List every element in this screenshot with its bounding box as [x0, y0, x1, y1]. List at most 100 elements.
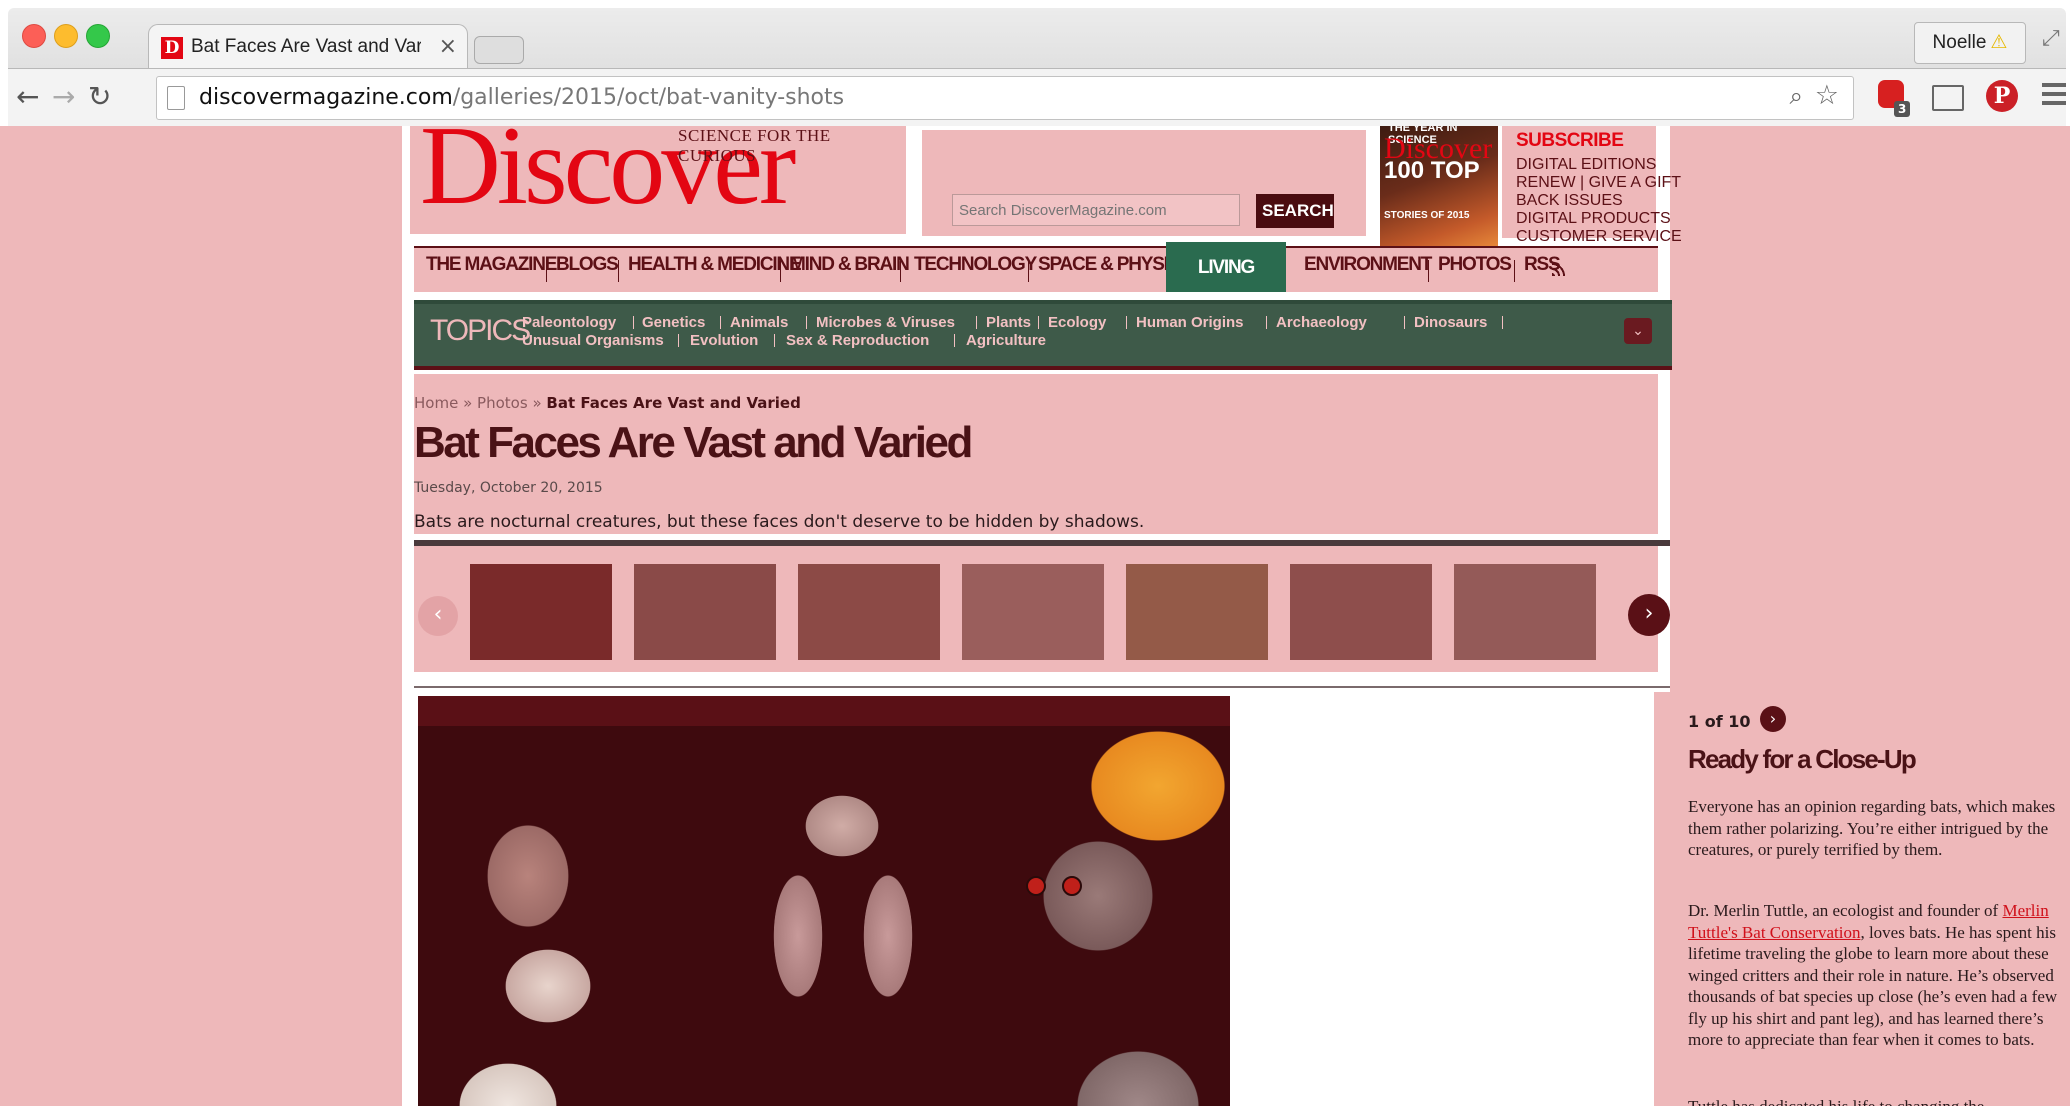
- gallery-thumbnail[interactable]: [470, 564, 612, 660]
- tagline: SCIENCE FOR THE CURIOUS: [678, 126, 831, 165]
- topics-bar: TOPICS Paleontology Genetics Animals Mic…: [414, 300, 1672, 370]
- thumb-next-arrow-icon[interactable]: ›: [1628, 594, 1670, 636]
- cast-icon[interactable]: [1932, 85, 1964, 111]
- search-icon[interactable]: ⌕: [1790, 82, 1803, 110]
- thumb-prev-arrow-icon[interactable]: ‹: [418, 596, 458, 636]
- chevron-down-icon[interactable]: ⌄: [1624, 318, 1652, 344]
- topic-separator: [1126, 316, 1127, 329]
- subscribe-link[interactable]: SUBSCRIBE: [1516, 130, 1624, 152]
- browser-chrome: D Bat Faces Are Vast and Varied × Noelle…: [8, 8, 2066, 127]
- gallery-thumbnail[interactable]: [1454, 564, 1596, 660]
- back-arrow-icon[interactable]: ←: [16, 80, 39, 113]
- profile-button[interactable]: Noelle ⚠: [1914, 22, 2026, 64]
- renew-gift-link[interactable]: RENEW | GIVE A GIFT: [1516, 174, 1681, 192]
- url-text[interactable]: discovermagazine.com/galleries/2015/oct/…: [199, 85, 844, 110]
- tab-title: Bat Faces Are Vast and Varied: [191, 36, 421, 57]
- search-button[interactable]: SEARCH: [1256, 194, 1334, 228]
- topics-label: TOPICS: [430, 314, 531, 347]
- topic-human-origins[interactable]: Human Origins: [1136, 314, 1244, 331]
- minimize-window-button[interactable]: [54, 24, 78, 48]
- nav-living-world[interactable]: LIVING WORLD: [1166, 242, 1286, 330]
- pinterest-icon[interactable]: P: [1986, 80, 2018, 112]
- gallery-thumbnail[interactable]: [634, 564, 776, 660]
- browser-tab[interactable]: D Bat Faces Are Vast and Varied ×: [148, 24, 468, 69]
- rss-icon[interactable]: [1552, 262, 1566, 276]
- close-window-button[interactable]: [22, 24, 46, 48]
- breadcrumb: Home » Photos » Bat Faces Are Vast and V…: [414, 394, 801, 412]
- gallery-thumbnail[interactable]: [962, 564, 1104, 660]
- slide-photo[interactable]: [418, 696, 1230, 1106]
- forward-arrow-icon[interactable]: →: [52, 80, 75, 113]
- topic-sex-reproduction[interactable]: Sex & Reproduction: [786, 332, 929, 349]
- topic-ecology[interactable]: Ecology: [1048, 314, 1106, 331]
- logo-area: Discover SCIENCE FOR THE CURIOUS: [410, 126, 906, 234]
- back-issues-link[interactable]: BACK ISSUES: [1516, 192, 1623, 210]
- topic-genetics[interactable]: Genetics: [642, 314, 705, 331]
- topic-animals[interactable]: Animals: [730, 314, 788, 331]
- menu-icon[interactable]: [2042, 83, 2066, 105]
- caption-paragraph: Everyone has an opinion regarding bats, …: [1688, 797, 2056, 859]
- maximize-window-button[interactable]: [86, 24, 110, 48]
- fullscreen-icon[interactable]: ⤢: [2042, 26, 2060, 51]
- topic-separator: [774, 334, 775, 347]
- article-header: Home » Photos » Bat Faces Are Vast and V…: [414, 374, 1658, 534]
- article-dek: Bats are nocturnal creatures, but these …: [414, 512, 1145, 532]
- caption-paragraph: Dr. Merlin Tuttle, an ecologist and foun…: [1688, 900, 2066, 1051]
- nav-blogs[interactable]: BLOGS: [556, 254, 619, 284]
- nav-separator: [1028, 260, 1029, 282]
- digital-products-link[interactable]: DIGITAL PRODUCTS: [1516, 210, 1671, 228]
- cover-headline: 100 TOP: [1384, 157, 1480, 184]
- topic-plants[interactable]: Plants: [986, 314, 1031, 331]
- nav-health-medicine[interactable]: HEALTH & MEDICINE: [628, 254, 802, 284]
- nav-photos[interactable]: PHOTOS: [1438, 254, 1512, 284]
- breadcrumb-current: Bat Faces Are Vast and Varied: [546, 394, 801, 412]
- adblock-count-badge: 3: [1894, 101, 1911, 117]
- topic-separator: [954, 334, 955, 347]
- customer-service-link[interactable]: CUSTOMER SERVICE: [1516, 228, 1682, 246]
- reload-icon[interactable]: ↻: [88, 80, 111, 113]
- tab-close-icon[interactable]: ×: [439, 34, 457, 59]
- bookmark-star-icon[interactable]: ☆: [1815, 80, 1839, 111]
- gallery-thumbnail[interactable]: [1290, 564, 1432, 660]
- magazine-cover[interactable]: THE YEAR IN SCIENCE Discover 100 TOP STO…: [1380, 126, 1498, 248]
- page-title: Bat Faces Are Vast and Varied: [414, 418, 973, 467]
- topic-unusual-organisms[interactable]: Unusual Organisms: [522, 332, 664, 349]
- gallery-thumbnail[interactable]: [798, 564, 940, 660]
- nav-separator: [618, 260, 619, 282]
- nav-separator: [900, 260, 901, 282]
- breadcrumb-separator: »: [532, 394, 542, 412]
- nav-separator: [780, 260, 781, 282]
- topic-separator: [1404, 316, 1405, 329]
- breadcrumb-separator: »: [463, 394, 473, 412]
- topic-evolution[interactable]: Evolution: [690, 332, 758, 349]
- page-content: Discover SCIENCE FOR THE CURIOUS SEARCH …: [402, 126, 2057, 1106]
- breadcrumb-photos[interactable]: Photos: [477, 394, 528, 412]
- discover-favicon-icon: D: [161, 37, 183, 59]
- gallery-thumbnails: ‹ ›: [414, 540, 1670, 672]
- gallery-thumbnail[interactable]: [1126, 564, 1268, 660]
- slide-caption-panel: 1 of 10 › Ready for a Close-Up Everyone …: [1654, 692, 2057, 1106]
- page-icon: [167, 86, 185, 110]
- new-tab-button[interactable]: [474, 36, 524, 64]
- topic-archaeology[interactable]: Archaeology: [1276, 314, 1367, 331]
- topic-dinosaurs[interactable]: Dinosaurs: [1414, 314, 1487, 331]
- search-input[interactable]: [952, 194, 1240, 226]
- nav-mind-brain[interactable]: MIND & BRAIN: [790, 254, 910, 284]
- nav-top-rule: [414, 246, 1658, 248]
- breadcrumb-home[interactable]: Home: [414, 394, 458, 412]
- profile-name: Noelle: [1932, 32, 1987, 53]
- url-path: /galleries/2015/oct/bat-vanity-shots: [452, 85, 845, 110]
- nav-technology[interactable]: TECHNOLOGY: [914, 254, 1037, 284]
- address-bar[interactable]: discovermagazine.com/galleries/2015/oct/…: [156, 76, 1854, 120]
- caption-text: Dr. Merlin Tuttle, an ecologist and foun…: [1688, 901, 2003, 920]
- digital-editions-link[interactable]: DIGITAL EDITIONS: [1516, 156, 1656, 174]
- nav-environment[interactable]: ENVIRONMENT: [1304, 254, 1432, 284]
- topic-separator: [1266, 316, 1267, 329]
- topic-microbes-viruses[interactable]: Microbes & Viruses: [816, 314, 955, 331]
- topic-paleontology[interactable]: Paleontology: [522, 314, 616, 331]
- main-nav: THE MAGAZINE BLOGS HEALTH & MEDICINE MIN…: [414, 242, 1658, 330]
- nav-the-magazine[interactable]: THE MAGAZINE: [426, 254, 557, 284]
- next-slide-arrow-icon[interactable]: ›: [1760, 706, 1786, 732]
- topic-agriculture[interactable]: Agriculture: [966, 332, 1046, 349]
- divider: [414, 686, 1670, 688]
